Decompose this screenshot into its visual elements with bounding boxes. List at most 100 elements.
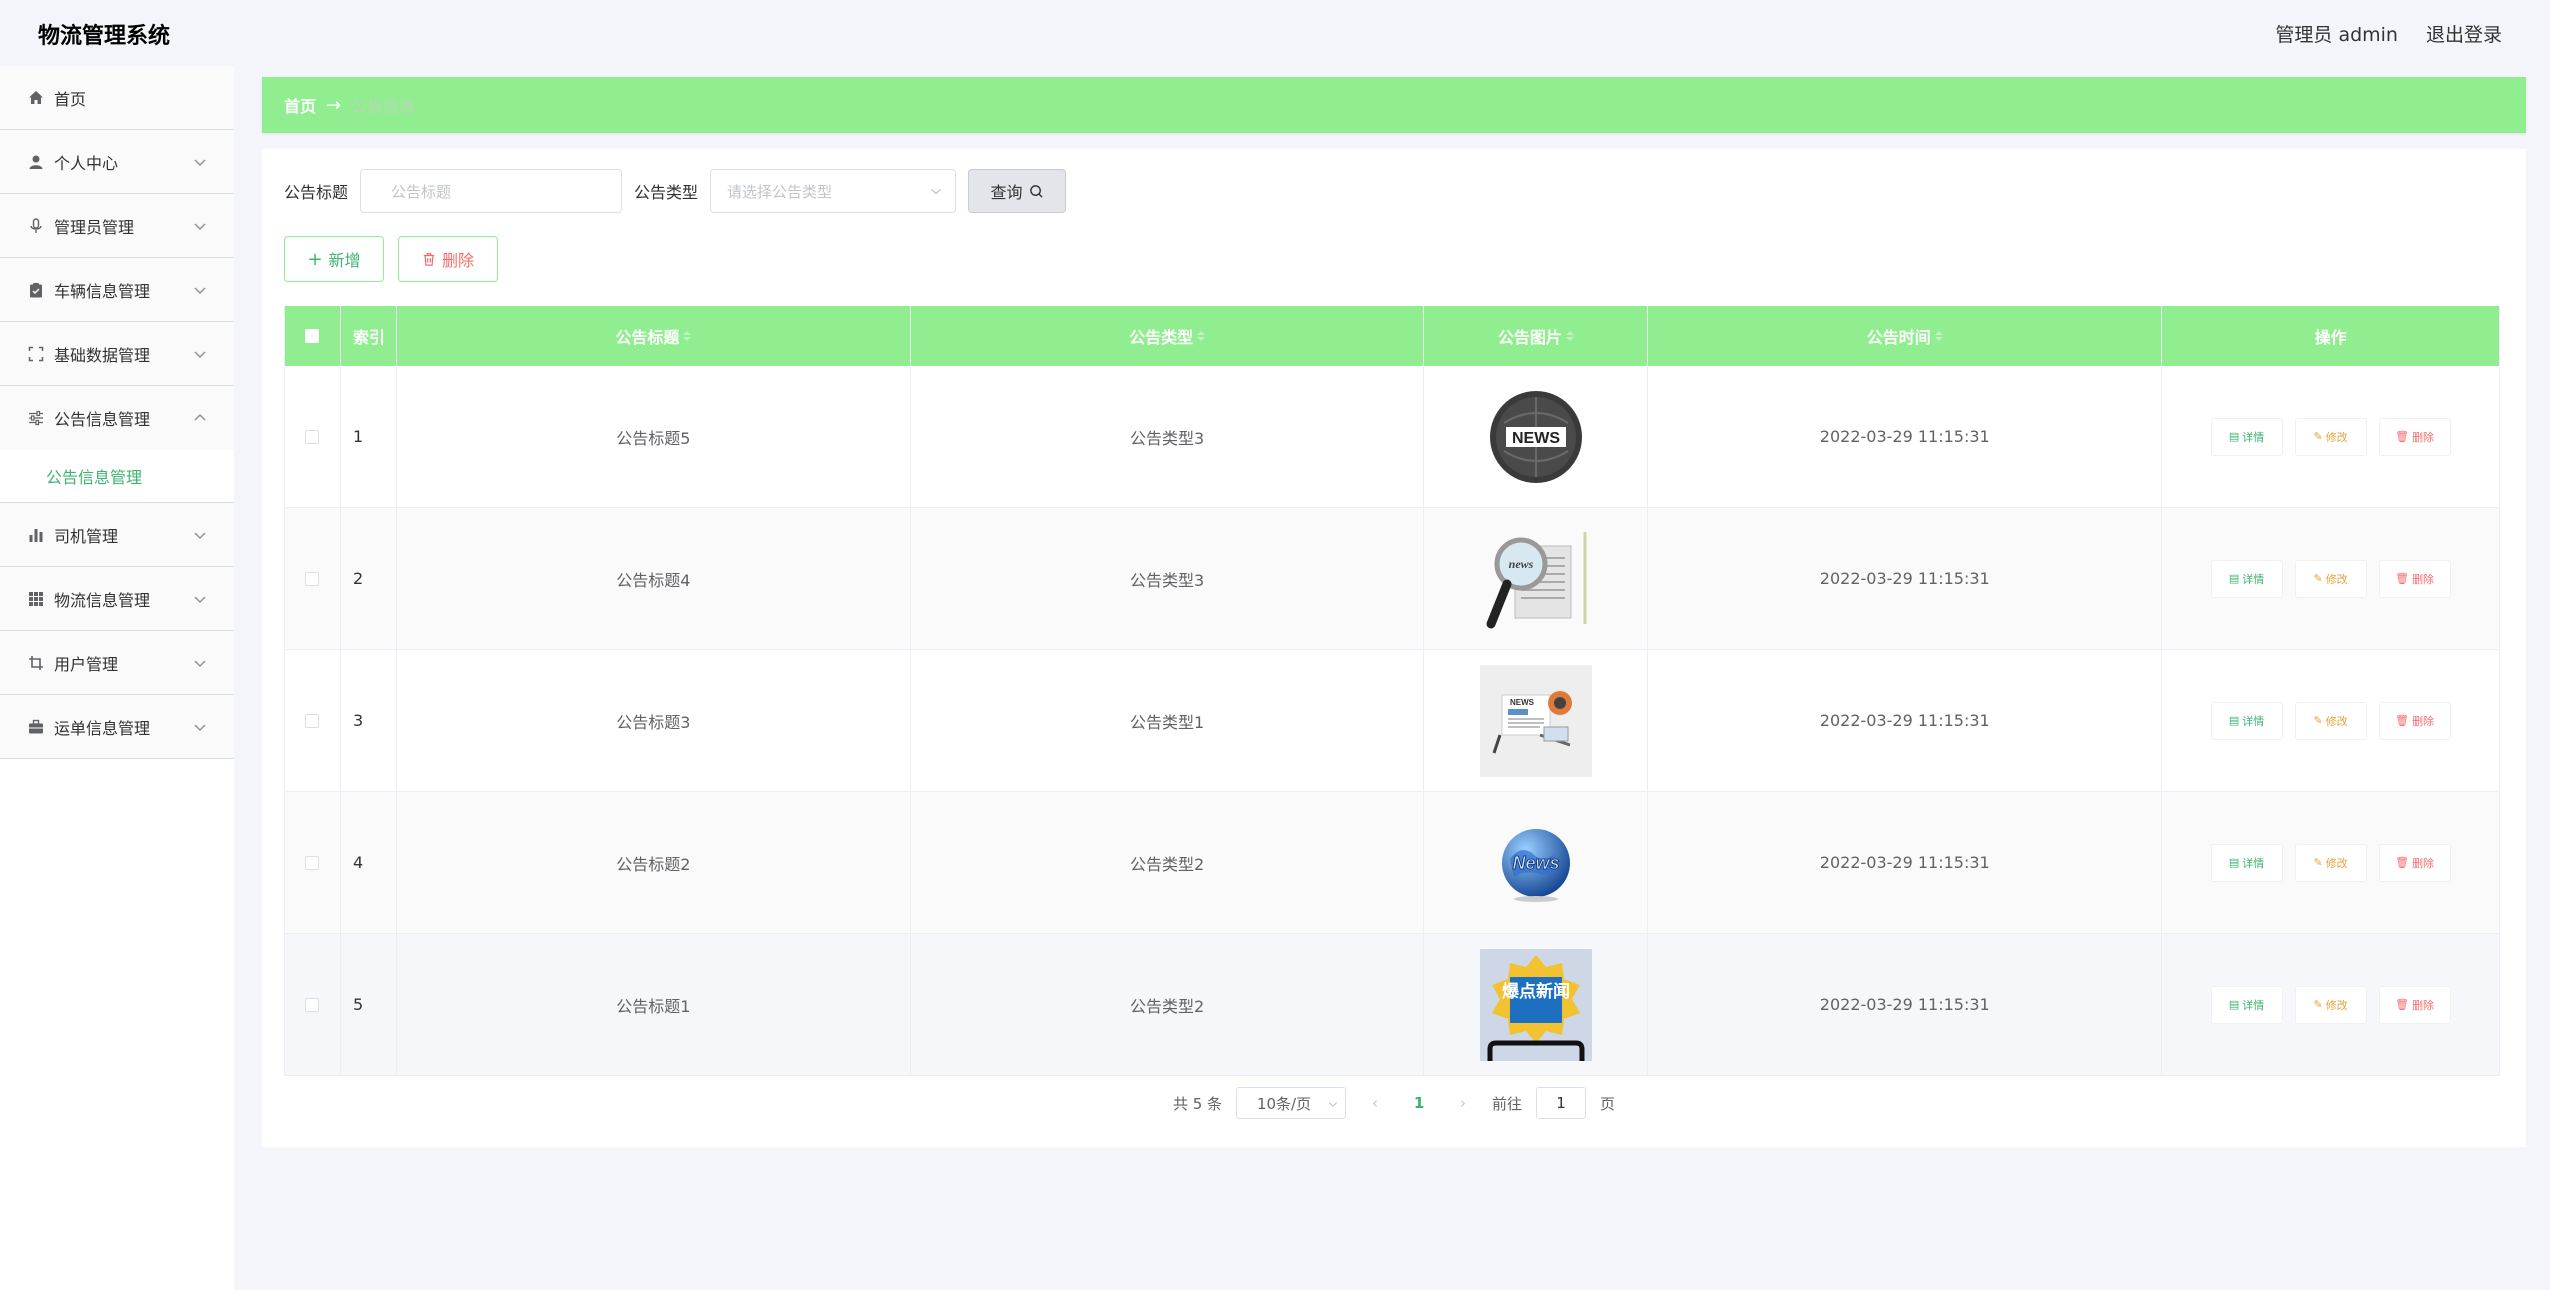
sort-caret-icon[interactable] bbox=[683, 331, 692, 341]
row-checkbox[interactable] bbox=[305, 997, 320, 1012]
edit-button[interactable]: ✎ 修改 bbox=[2294, 417, 2367, 456]
row-checkbox[interactable] bbox=[305, 855, 320, 870]
delete-button[interactable]: 🗑 删除 bbox=[2378, 843, 2451, 882]
row-picture-cell: 爆点新闻 bbox=[1424, 934, 1649, 1075]
sidebar-item-admin-management[interactable]: 管理员管理 bbox=[0, 194, 234, 258]
row-index: 5 bbox=[341, 934, 397, 1075]
column-header-time[interactable]: 公告时间 bbox=[1648, 306, 2163, 366]
detail-button[interactable]: ▤ 详情 bbox=[2210, 843, 2283, 882]
news-flatlay-image[interactable]: NEWS bbox=[1479, 664, 1592, 777]
svg-text:NEWS: NEWS bbox=[1510, 698, 1535, 707]
logout-link[interactable]: 退出登录 bbox=[2426, 20, 2502, 47]
column-header-title[interactable]: 公告标题 bbox=[397, 306, 911, 366]
sidebar-item-user-management[interactable]: 用户管理 bbox=[0, 631, 234, 695]
add-button-label: 新增 bbox=[328, 251, 361, 270]
page-number-current[interactable]: 1 bbox=[1404, 1094, 1434, 1112]
row-time: 2022-03-29 11:15:31 bbox=[1648, 934, 2163, 1075]
sidebar-item-label: 首页 bbox=[54, 89, 87, 109]
row-type: 公告类型2 bbox=[911, 934, 1425, 1075]
edit-icon: ✎ bbox=[2313, 856, 2323, 869]
breaking-news-badge-image[interactable]: 爆点新闻 bbox=[1479, 948, 1592, 1061]
row-checkbox[interactable] bbox=[305, 429, 320, 444]
select-all-checkbox[interactable] bbox=[305, 329, 320, 343]
trash-icon: 🗑 bbox=[2395, 856, 2410, 869]
sidebar-item-label: 管理员管理 bbox=[54, 217, 135, 237]
sidebar-item-waybill-management[interactable]: 运单信息管理 bbox=[0, 695, 234, 759]
delete-button[interactable]: 🗑 删除 bbox=[2378, 559, 2451, 598]
row-checkbox[interactable] bbox=[305, 571, 320, 586]
column-header-picture-label: 公告图片 bbox=[1497, 328, 1562, 347]
breadcrumb-arrow-icon: → bbox=[326, 94, 342, 116]
add-button[interactable]: + 新增 bbox=[284, 236, 384, 282]
column-header-picture[interactable]: 公告图片 bbox=[1424, 306, 1649, 366]
detail-label: 详情 bbox=[2242, 430, 2265, 444]
page-size-select[interactable]: 10条/页 bbox=[1236, 1087, 1347, 1119]
detail-button[interactable]: ▤ 详情 bbox=[2210, 417, 2283, 456]
breadcrumb-current: 公告信息 bbox=[351, 97, 416, 116]
detail-button[interactable]: ▤ 详情 bbox=[2210, 559, 2283, 598]
delete-button[interactable]: 🗑 删除 bbox=[2378, 701, 2451, 740]
delete-button[interactable]: 🗑 删除 bbox=[2378, 417, 2451, 456]
header-select-all[interactable] bbox=[285, 306, 341, 366]
row-type: 公告类型3 bbox=[911, 366, 1425, 507]
column-header-type[interactable]: 公告类型 bbox=[911, 306, 1425, 366]
edit-label: 修改 bbox=[2325, 714, 2348, 728]
type-select-label: 公告类型 bbox=[634, 183, 699, 202]
chevron-down-icon bbox=[931, 188, 941, 195]
batch-delete-button[interactable]: 删除 bbox=[398, 236, 498, 282]
sidebar-item-notice-management[interactable]: 公告信息管理 bbox=[0, 386, 234, 450]
delete-label: 删除 bbox=[2412, 856, 2435, 870]
column-header-time-label: 公告时间 bbox=[1866, 328, 1931, 347]
total-count: 共 5 条 bbox=[1172, 1094, 1223, 1113]
delete-button[interactable]: 🗑 删除 bbox=[2378, 985, 2451, 1024]
breaking-news-picture-text: 爆点新闻 bbox=[1502, 981, 1570, 1002]
grid-icon bbox=[28, 591, 44, 607]
title-search-input[interactable]: 公告标题 bbox=[360, 169, 623, 213]
sidebar-item-driver-management[interactable]: 司机管理 bbox=[0, 503, 234, 567]
main-content: 首页 → 公告信息 公告标题 公告标题 公告类型 请选择公告类型 查询 + 新增 bbox=[262, 77, 2526, 1147]
type-select[interactable]: 请选择公告类型 bbox=[710, 169, 957, 213]
news-3d-globe-image[interactable]: News bbox=[1480, 807, 1592, 919]
goto-label: 前往 bbox=[1492, 1094, 1523, 1113]
sidebar-subitem-notice-info[interactable]: 公告信息管理 bbox=[0, 450, 234, 502]
edit-button[interactable]: ✎ 修改 bbox=[2294, 843, 2367, 882]
row-checkbox[interactable] bbox=[305, 713, 320, 728]
prev-page-button[interactable]: ‹ bbox=[1360, 1094, 1390, 1112]
sort-caret-icon[interactable] bbox=[1197, 331, 1206, 341]
next-page-button[interactable]: › bbox=[1448, 1094, 1478, 1112]
query-button[interactable]: 查询 bbox=[968, 169, 1067, 213]
row-select-cell bbox=[285, 366, 341, 507]
search-icon bbox=[1029, 184, 1043, 198]
news-globe-badge-image[interactable]: NEWS bbox=[1480, 381, 1592, 493]
edit-button[interactable]: ✎ 修改 bbox=[2294, 559, 2367, 598]
sidebar-item-vehicle-management[interactable]: 车辆信息管理 bbox=[0, 258, 234, 322]
home-icon bbox=[28, 90, 44, 106]
sidebar-item-base-data-management[interactable]: 基础数据管理 bbox=[0, 322, 234, 386]
trash-icon bbox=[423, 253, 435, 266]
row-ops: ▤ 详情 ✎ 修改 🗑 删除 bbox=[2162, 366, 2500, 507]
detail-button[interactable]: ▤ 详情 bbox=[2210, 701, 2283, 740]
row-title: 公告标题2 bbox=[397, 792, 911, 933]
document-icon: ▤ bbox=[2228, 430, 2240, 443]
row-title: 公告标题4 bbox=[397, 508, 911, 649]
detail-button[interactable]: ▤ 详情 bbox=[2210, 985, 2283, 1024]
edit-button[interactable]: ✎ 修改 bbox=[2294, 985, 2367, 1024]
trash-icon: 🗑 bbox=[2395, 998, 2410, 1011]
magnifier-newspaper-image[interactable]: news bbox=[1480, 523, 1592, 635]
chevron-down-icon bbox=[194, 660, 206, 668]
edit-label: 修改 bbox=[2325, 856, 2348, 870]
row-picture-cell: News bbox=[1424, 792, 1649, 933]
edit-button[interactable]: ✎ 修改 bbox=[2294, 701, 2367, 740]
sidebar-item-logistics-management[interactable]: 物流信息管理 bbox=[0, 567, 234, 631]
page-size-value: 10条/页 bbox=[1256, 1094, 1312, 1113]
sidebar-item-personal-center[interactable]: 个人中心 bbox=[0, 130, 234, 194]
detail-label: 详情 bbox=[2242, 572, 2265, 586]
breadcrumb-home[interactable]: 首页 bbox=[284, 93, 316, 117]
trash-icon: 🗑 bbox=[2395, 430, 2410, 443]
goto-page-input[interactable]: 1 bbox=[1536, 1087, 1587, 1119]
sidebar-item-home[interactable]: 首页 bbox=[0, 66, 234, 130]
sort-caret-icon[interactable] bbox=[1934, 331, 1943, 341]
sidebar-item-label: 基础数据管理 bbox=[54, 345, 151, 365]
sort-caret-icon[interactable] bbox=[1565, 331, 1574, 341]
row-ops: ▤ 详情 ✎ 修改 🗑 删除 bbox=[2162, 792, 2500, 933]
